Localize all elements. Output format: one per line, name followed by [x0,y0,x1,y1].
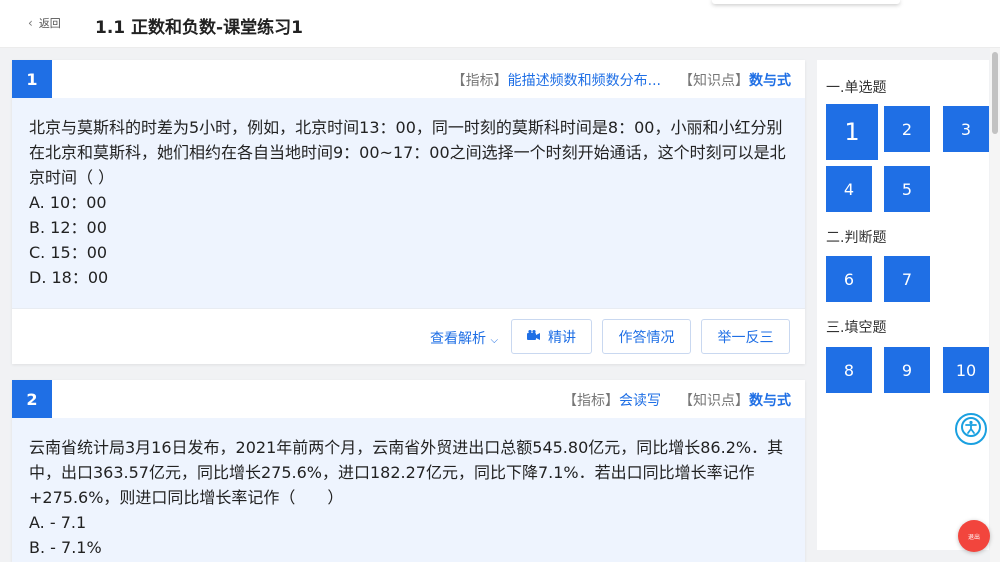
exit-button[interactable]: 退出 [958,520,990,552]
indicator-label: 【指标】 [451,73,508,89]
option-a: A. - 7.1 [29,513,87,532]
question-number: 1 [12,60,52,98]
question-stem: 云南省统计局3月16日发布，2021年前两个月，云南省外贸进出口总额545.80… [29,438,784,507]
section-title-true-false: 二.判断题 [826,230,887,246]
knowledge-label: 【知识点】 [679,73,749,89]
answers-button[interactable]: 作答情况 [602,319,691,354]
option-d: D. 18：00 [29,268,109,287]
question-header: 1 【指标】能描述频数和频数分布... 【知识点】数与式 [12,60,805,98]
nav-question-2[interactable]: 2 [884,106,930,152]
question-card-1: 1 【指标】能描述频数和频数分布... 【知识点】数与式 北京与莫斯科的时差为5… [12,60,805,364]
view-analysis-label: 查看解析 [430,331,486,347]
similar-button[interactable]: 举一反三 [701,319,790,354]
nav-question-9[interactable]: 9 [884,347,930,393]
back-button[interactable]: ‹ 返回 [28,15,61,31]
knowledge-label: 【知识点】 [679,393,749,409]
dropdown-popover-edge [712,0,900,4]
scrollbar-thumb[interactable] [992,52,998,134]
nav-question-10[interactable]: 10 [943,347,989,393]
view-analysis-link[interactable]: 查看解析 ⌵ [430,328,498,348]
nav-question-6[interactable]: 6 [826,256,872,302]
indicator-label: 【指标】 [563,393,619,409]
knowledge-value[interactable]: 数与式 [749,393,791,409]
question-card-2: 2 【指标】会读写 【知识点】数与式 云南省统计局3月16日发布，2021年前两… [12,380,805,562]
indicator-value[interactable]: 能描述频数和频数分布... [508,73,661,89]
video-icon [527,329,540,344]
accessibility-icon [960,416,982,442]
similar-label: 举一反三 [717,329,774,346]
option-b: B. - 7.1% [29,538,102,557]
question-tags: 【指标】会读写 【知识点】数与式 [563,390,791,410]
accessibility-button[interactable] [955,413,987,445]
chevron-down-icon: ⌵ [490,335,499,346]
explain-label: 精讲 [548,329,576,346]
option-a: A. 10：00 [29,193,107,212]
option-c: C. 15：00 [29,243,108,262]
nav-question-1[interactable]: 1 [826,104,878,160]
question-header: 2 【指标】会读写 【知识点】数与式 [12,380,805,418]
nav-question-5[interactable]: 5 [884,166,930,212]
back-label: 返回 [38,17,61,30]
question-stem: 北京与莫斯科的时差为5小时，例如，北京时间13：00，同一时刻的莫斯科时间是8：… [29,118,786,187]
chevron-left-icon: ‹ [28,16,33,30]
nav-question-3[interactable]: 3 [943,106,989,152]
page-title: 1.1 正数和负数-课堂练习1 [95,18,303,38]
question-body: 云南省统计局3月16日发布，2021年前两个月，云南省外贸进出口总额545.80… [12,418,805,562]
question-number: 2 [12,380,52,418]
knowledge-value[interactable]: 数与式 [749,73,791,89]
explain-button[interactable]: 精讲 [511,319,592,354]
indicator-value[interactable]: 会读写 [619,393,661,409]
question-navigator: 一.单选题 1 2 3 4 5 二.判断题 6 7 三.填空题 8 9 10 [817,60,989,550]
question-body: 北京与莫斯科的时差为5小时，例如，北京时间13：00，同一时刻的莫斯科时间是8：… [12,98,805,308]
nav-question-7[interactable]: 7 [884,256,930,302]
nav-question-4[interactable]: 4 [826,166,872,212]
option-b: B. 12：00 [29,218,107,237]
top-bar: ‹ 返回 1.1 正数和负数-课堂练习1 [0,0,1000,48]
answers-label: 作答情况 [618,329,675,346]
question-tags: 【指标】能描述频数和频数分布... 【知识点】数与式 [452,70,791,90]
nav-question-8[interactable]: 8 [826,347,872,393]
section-title-single-choice: 一.单选题 [826,80,887,96]
question-actions: 查看解析 ⌵ 精讲 作答情况 举一反三 [12,308,805,364]
section-title-fill-blank: 三.填空题 [826,320,887,336]
